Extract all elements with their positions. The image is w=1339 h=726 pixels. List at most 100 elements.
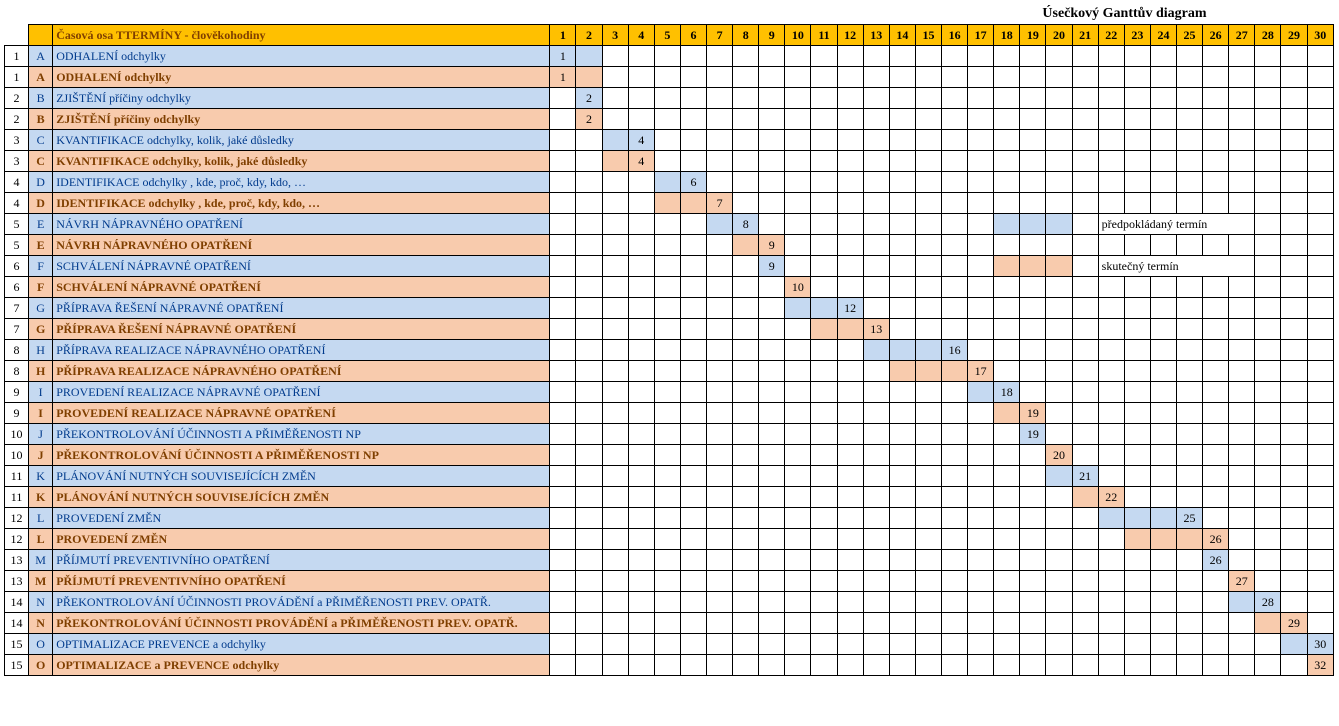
bar-cell: 7 bbox=[707, 193, 733, 214]
row-letter: K bbox=[29, 466, 53, 487]
day-header-22: 22 bbox=[1098, 25, 1124, 46]
day-header-13: 13 bbox=[863, 25, 889, 46]
row-num: 6 bbox=[5, 256, 29, 277]
day-header-7: 7 bbox=[707, 25, 733, 46]
task-name: ODHALENÍ odchylky bbox=[53, 46, 550, 67]
task-name: ODHALENÍ odchylky bbox=[53, 67, 550, 88]
bar-cell: 10 bbox=[785, 277, 811, 298]
day-header-21: 21 bbox=[1072, 25, 1098, 46]
bar-cell: 32 bbox=[1307, 655, 1333, 676]
bar-cell: 26 bbox=[1203, 529, 1229, 550]
bar-cell: 16 bbox=[942, 340, 968, 361]
day-header-25: 25 bbox=[1177, 25, 1203, 46]
day-header-3: 3 bbox=[602, 25, 628, 46]
day-header-28: 28 bbox=[1255, 25, 1281, 46]
row-num: 12 bbox=[5, 508, 29, 529]
row-num: 5 bbox=[5, 214, 29, 235]
row-letter: B bbox=[29, 109, 53, 130]
bar-cell: 30 bbox=[1307, 634, 1333, 655]
bar-cell bbox=[1098, 508, 1124, 529]
bar-cell: 2 bbox=[576, 88, 602, 109]
task-name: PŘEKONTROLOVÁNÍ ÚČINNOSTI PROVÁDĚNÍ a PŘ… bbox=[53, 613, 550, 634]
task-name: PŘEKONTROLOVÁNÍ ÚČINNOSTI PROVÁDĚNÍ a PŘ… bbox=[53, 592, 550, 613]
bar-cell: 20 bbox=[1046, 445, 1072, 466]
task-name: NÁVRH NÁPRAVNÉHO OPATŘENÍ bbox=[53, 235, 550, 256]
bar-cell bbox=[602, 130, 628, 151]
legend-swatch bbox=[1046, 214, 1072, 235]
task-name: PŘÍPRAVA ŘEŠENÍ NÁPRAVNÉ OPATŘENÍ bbox=[53, 298, 550, 319]
bar-cell: 12 bbox=[837, 298, 863, 319]
bar-cell bbox=[1150, 508, 1176, 529]
bar-cell: 4 bbox=[628, 130, 654, 151]
task-name: PROVEDENÍ REALIZACE NÁPRAVNÉ OPATŘENÍ bbox=[53, 382, 550, 403]
row-letter: N bbox=[29, 613, 53, 634]
row-num: 4 bbox=[5, 172, 29, 193]
row-letter: M bbox=[29, 571, 53, 592]
day-header-5: 5 bbox=[654, 25, 680, 46]
day-header-19: 19 bbox=[1020, 25, 1046, 46]
legend-label: skutečný termín bbox=[1098, 256, 1255, 277]
day-header-14: 14 bbox=[889, 25, 915, 46]
bar-cell bbox=[1255, 613, 1281, 634]
row-letter: C bbox=[29, 130, 53, 151]
row-num: 2 bbox=[5, 109, 29, 130]
bar-cell bbox=[915, 340, 941, 361]
bar-cell bbox=[915, 361, 941, 382]
task-name: OPTIMALIZACE a PREVENCE odchylky bbox=[53, 655, 550, 676]
day-header-9: 9 bbox=[759, 25, 785, 46]
bar-cell bbox=[1229, 592, 1255, 613]
task-name: KVANTIFIKACE odchylky, kolik, jaké důsle… bbox=[53, 151, 550, 172]
row-letter: I bbox=[29, 382, 53, 403]
day-header-6: 6 bbox=[680, 25, 706, 46]
day-header-16: 16 bbox=[942, 25, 968, 46]
day-header-10: 10 bbox=[785, 25, 811, 46]
task-name: IDENTIFIKACE odchylky , kde, proč, kdy, … bbox=[53, 172, 550, 193]
bar-cell: 6 bbox=[680, 172, 706, 193]
bar-cell bbox=[942, 361, 968, 382]
bar-cell bbox=[889, 340, 915, 361]
row-num: 7 bbox=[5, 319, 29, 340]
bar-cell bbox=[733, 235, 759, 256]
bar-cell bbox=[1124, 508, 1150, 529]
bar-cell bbox=[863, 340, 889, 361]
row-num: 2 bbox=[5, 88, 29, 109]
row-num: 11 bbox=[5, 487, 29, 508]
row-num: 12 bbox=[5, 529, 29, 550]
row-num: 15 bbox=[5, 634, 29, 655]
row-num: 3 bbox=[5, 130, 29, 151]
task-name: PŘEKONTROLOVÁNÍ ÚČINNOSTI A PŘIMĚŘENOSTI… bbox=[53, 424, 550, 445]
row-letter: E bbox=[29, 214, 53, 235]
task-name: PŘÍJMUTÍ PREVENTIVNÍHO OPATŘENÍ bbox=[53, 571, 550, 592]
bar-cell: 1 bbox=[550, 67, 576, 88]
row-letter: A bbox=[29, 67, 53, 88]
task-name: KVANTIFIKACE odchylky, kolik, jaké důsle… bbox=[53, 130, 550, 151]
bar-cell: 9 bbox=[759, 235, 785, 256]
row-letter: F bbox=[29, 256, 53, 277]
row-num: 13 bbox=[5, 550, 29, 571]
row-letter: J bbox=[29, 445, 53, 466]
day-header-29: 29 bbox=[1281, 25, 1307, 46]
row-letter: D bbox=[29, 193, 53, 214]
day-header-26: 26 bbox=[1203, 25, 1229, 46]
row-letter: O bbox=[29, 634, 53, 655]
bar-cell bbox=[1177, 529, 1203, 550]
row-letter: L bbox=[29, 529, 53, 550]
row-num: 6 bbox=[5, 277, 29, 298]
row-num: 8 bbox=[5, 340, 29, 361]
row-num: 9 bbox=[5, 382, 29, 403]
task-name: NÁVRH NÁPRAVNÉHO OPATŘENÍ bbox=[53, 214, 550, 235]
task-name: PROVEDENÍ ZMĚN bbox=[53, 529, 550, 550]
row-num: 13 bbox=[5, 571, 29, 592]
row-letter: K bbox=[29, 487, 53, 508]
bar-cell: 1 bbox=[550, 46, 576, 67]
day-header-2: 2 bbox=[576, 25, 602, 46]
task-name: PŘÍPRAVA REALIZACE NÁPRAVNÉHO OPATŘENÍ bbox=[53, 361, 550, 382]
row-num: 3 bbox=[5, 151, 29, 172]
task-name: SCHVÁLENÍ NÁPRAVNÉ OPATŘENÍ bbox=[53, 256, 550, 277]
bar-cell bbox=[1046, 466, 1072, 487]
bar-cell: 19 bbox=[1020, 403, 1046, 424]
bar-cell: 2 bbox=[576, 109, 602, 130]
day-header-23: 23 bbox=[1124, 25, 1150, 46]
day-header-8: 8 bbox=[733, 25, 759, 46]
bar-cell bbox=[576, 67, 602, 88]
